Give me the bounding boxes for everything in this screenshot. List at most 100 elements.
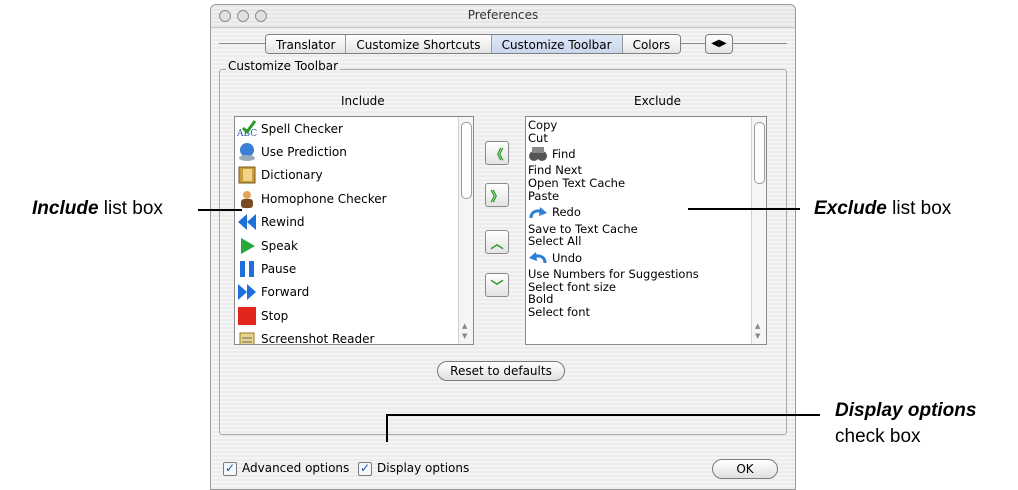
include-list-item[interactable]: Speak — [235, 234, 459, 257]
exclude-callout-rest: list box — [886, 198, 952, 219]
display-callout-bold: Display options — [835, 400, 977, 421]
include-item-label: Forward — [261, 285, 310, 300]
scroll-down-arrow-icon[interactable]: ▼ — [462, 332, 467, 340]
prediction-globe-icon — [237, 142, 257, 162]
include-scrollbar[interactable]: ▲ ▼ — [458, 117, 473, 344]
exclude-list: Copy Cut Find Find Next Open Text Cache Paste… — [526, 117, 752, 344]
pause-icon — [237, 259, 257, 279]
scroll-up-arrow-icon[interactable]: ▲ — [755, 322, 760, 330]
include-list-item[interactable]: Use Prediction — [235, 140, 459, 163]
speak-play-icon — [237, 236, 257, 256]
include-list: ABC Spell Checker Use Prediction Dictionary… — [235, 117, 459, 344]
screenshot-reader-icon — [237, 329, 257, 344]
tab-colors[interactable]: Colors — [622, 35, 681, 53]
exclude-list-item[interactable]: Undo — [526, 248, 752, 268]
tab-customize-shortcuts[interactable]: Customize Shortcuts — [346, 35, 492, 53]
exclude-list-item[interactable]: Select All — [526, 235, 752, 248]
display-callout-line — [386, 414, 820, 416]
exclude-list-item[interactable]: Copy — [526, 119, 752, 132]
exclude-item-label: Redo — [552, 205, 581, 220]
tab-bar: Translator Customize Shortcuts Customize… — [265, 34, 682, 54]
include-scroll-thumb[interactable] — [461, 122, 472, 199]
exclude-callout-line — [688, 208, 800, 210]
include-list-item[interactable]: ABC Spell Checker — [235, 117, 459, 140]
include-header: Include — [341, 94, 385, 108]
exclude-callout-bold: Exclude — [814, 198, 887, 219]
double-chevron-right-icon: 》 — [490, 189, 504, 205]
include-item-label: Dictionary — [261, 168, 323, 183]
advanced-options-checkbox[interactable]: ✓ — [223, 462, 237, 476]
include-list-item[interactable]: Forward — [235, 281, 459, 304]
exclude-list-item[interactable]: Redo — [526, 203, 752, 223]
include-item-label: Screenshot Reader — [261, 332, 375, 345]
double-chevron-left-icon: 《 — [490, 147, 504, 163]
undo-arrow-icon — [528, 249, 548, 267]
scroll-down-arrow-icon[interactable]: ▼ — [755, 332, 760, 340]
include-item-label: Use Prediction — [261, 145, 347, 160]
display-options-checkbox[interactable]: ✓ — [358, 462, 372, 476]
move-to-include-button[interactable]: 《 — [485, 141, 509, 165]
exclude-list-item[interactable]: Find — [526, 144, 752, 164]
exclude-item-label: Cut — [528, 130, 548, 145]
include-list-item[interactable]: Homophone Checker — [235, 187, 459, 210]
forward-icon — [237, 282, 257, 302]
include-item-label: Homophone Checker — [261, 191, 387, 206]
exclude-list-item[interactable]: Paste — [526, 188, 752, 203]
exclude-scroll-thumb[interactable] — [754, 122, 765, 184]
spell-checker-icon: ABC — [237, 119, 257, 139]
include-item-label: Spell Checker — [261, 121, 343, 136]
move-to-exclude-button[interactable]: 》 — [485, 183, 509, 207]
exclude-list-item[interactable]: Cut — [526, 130, 752, 145]
tab-translator[interactable]: Translator — [266, 35, 347, 53]
chevron-up-icon: ︿ — [490, 236, 504, 252]
include-list-box[interactable]: ABC Spell Checker Use Prediction Dictionary… — [234, 116, 474, 345]
include-item-label: Speak — [261, 238, 298, 253]
stop-icon — [237, 306, 257, 326]
window-title: Preferences — [467, 8, 539, 22]
include-callout-rest: list box — [98, 198, 163, 219]
homophone-person-icon — [237, 189, 257, 209]
chevron-down-icon: ﹀ — [490, 279, 504, 295]
include-item-label: Rewind — [261, 215, 305, 230]
move-up-button[interactable]: ︿ — [485, 230, 509, 254]
exclude-list-item[interactable]: Select font — [526, 306, 752, 319]
tab-scroll-arrows-icon[interactable]: ◀▶ — [705, 34, 733, 54]
scroll-up-arrow-icon[interactable]: ▲ — [462, 322, 467, 330]
ok-button[interactable]: OK — [712, 459, 778, 479]
display-callout-subtitle: check box — [835, 426, 921, 447]
include-item-label: Stop — [261, 308, 289, 323]
title-bar: Preferences — [211, 5, 795, 28]
exclude-item-label: Select font — [528, 305, 591, 320]
move-down-button[interactable]: ﹀ — [485, 273, 509, 297]
exclude-list-item[interactable]: Open Text Cache — [526, 177, 752, 190]
exclude-item-label: Select All — [528, 234, 582, 249]
rewind-icon — [237, 212, 257, 232]
exclude-list-box[interactable]: Copy Cut Find Find Next Open Text Cache Paste… — [525, 116, 767, 345]
find-binoculars-icon — [528, 145, 548, 163]
include-list-item[interactable]: Rewind — [235, 211, 459, 234]
include-list-item[interactable]: Pause — [235, 257, 459, 280]
include-list-item[interactable]: Screenshot Reader — [235, 328, 459, 345]
display-callout-title: Display options — [835, 400, 976, 422]
include-callout: Include list box — [32, 198, 163, 220]
group-label: Customize Toolbar — [226, 59, 341, 73]
exclude-list-item[interactable]: Select font size — [526, 280, 752, 294]
exclude-item-label: Paste — [528, 188, 560, 203]
redo-arrow-icon — [528, 204, 548, 222]
exclude-item-label: Undo — [552, 250, 583, 265]
include-list-item[interactable]: Dictionary — [235, 164, 459, 187]
include-item-label: Pause — [261, 262, 297, 277]
tab-customize-toolbar[interactable]: Customize Toolbar — [491, 35, 623, 53]
exclude-scrollbar[interactable]: ▲ ▼ — [751, 117, 766, 344]
display-options-label: Display options — [377, 461, 470, 475]
include-list-item[interactable]: Stop — [235, 304, 459, 327]
display-callout-vertical — [386, 414, 388, 442]
include-callout-bold: Include — [32, 198, 99, 219]
exclude-callout: Exclude list box — [814, 198, 951, 220]
dictionary-book-icon — [237, 165, 257, 185]
advanced-options-label: Advanced options — [242, 461, 350, 475]
reset-to-defaults-button[interactable]: Reset to defaults — [437, 361, 565, 381]
exclude-item-label: Find — [552, 147, 576, 162]
exclude-header: Exclude — [634, 94, 682, 108]
include-callout-line — [198, 209, 242, 211]
